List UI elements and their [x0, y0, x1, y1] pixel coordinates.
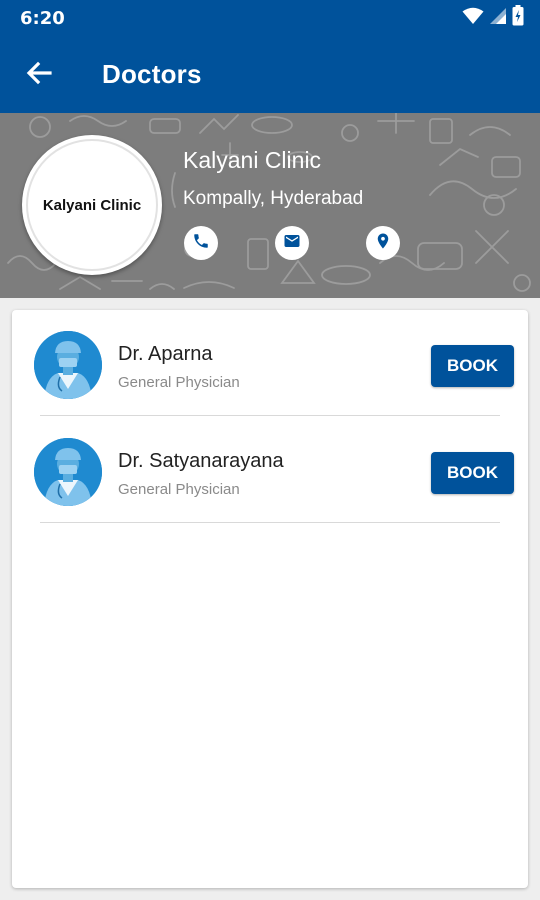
list-item: Dr. Satyanarayana General Physician BOOK — [12, 417, 528, 524]
clinic-name: Kalyani Clinic — [183, 147, 322, 173]
divider — [40, 415, 500, 416]
wifi-icon — [462, 7, 484, 30]
doctor-avatar — [34, 331, 102, 399]
doctors-list: Dr. Aparna General Physician BOOK Dr. Sa… — [12, 310, 528, 888]
list-item: Dr. Aparna General Physician BOOK — [12, 310, 528, 417]
book-button[interactable]: BOOK — [431, 345, 514, 387]
clinic-logo-text: Kalyani Clinic — [42, 196, 142, 214]
clinic-header: Kalyani Clinic Kalyani Clinic Kompally, … — [0, 113, 540, 298]
call-button[interactable] — [184, 226, 218, 260]
location-pin-icon — [374, 232, 392, 255]
status-time: 6:20 — [20, 8, 65, 29]
doctor-specialty: General Physician — [118, 374, 240, 391]
page-title: Doctors — [102, 59, 202, 89]
arrow-back-icon — [26, 61, 52, 90]
status-bar: 6:20 — [0, 0, 540, 37]
clinic-location: Kompally, Hyderabad — [183, 188, 364, 209]
doctor-avatar — [34, 438, 102, 506]
email-icon — [283, 232, 301, 255]
app-bar: Doctors — [0, 37, 540, 113]
clinic-logo: Kalyani Clinic — [22, 135, 162, 275]
phone-icon — [192, 232, 210, 255]
location-button[interactable] — [366, 226, 400, 260]
status-icons — [462, 5, 524, 31]
email-button[interactable] — [275, 226, 309, 260]
book-button[interactable]: BOOK — [431, 452, 514, 494]
battery-icon — [512, 5, 524, 31]
signal-icon — [490, 7, 506, 29]
divider — [40, 522, 500, 523]
back-button[interactable] — [20, 57, 58, 93]
doctor-name: Dr. Satyanarayana — [118, 450, 284, 472]
doctor-specialty: General Physician — [118, 481, 240, 498]
doctor-name: Dr. Aparna — [118, 343, 213, 365]
